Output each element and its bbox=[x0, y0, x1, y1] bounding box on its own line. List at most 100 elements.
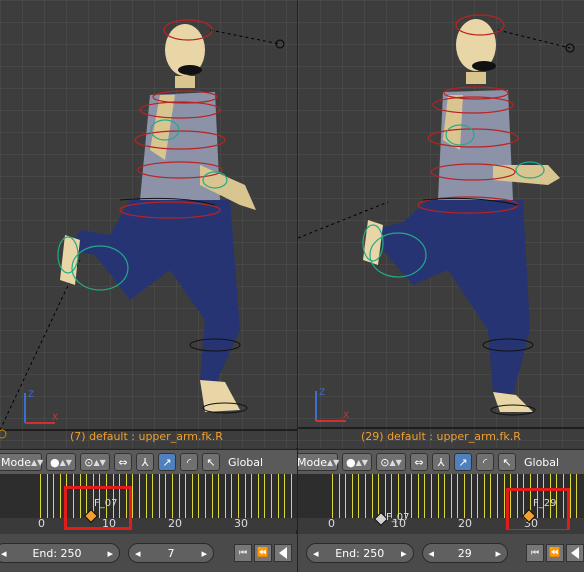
current-frame-field[interactable]: ◂ 7 ▸ bbox=[128, 543, 214, 563]
frame-marker-line bbox=[477, 474, 479, 520]
frame-marker-line bbox=[211, 474, 213, 520]
tick-label: 30 bbox=[234, 517, 248, 530]
frame-marker-line bbox=[483, 474, 485, 520]
timeline-right[interactable]: 0 10 20 30 F_07 F_29 bbox=[298, 474, 584, 530]
frame-marker-line bbox=[332, 474, 333, 520]
frame-marker-line bbox=[444, 474, 446, 520]
mode-select[interactable]: Mode ▲▼ bbox=[298, 453, 339, 471]
axis-widget-icon: ⅄ bbox=[437, 455, 445, 469]
updown-arrows-icon: ▲▼ bbox=[355, 457, 368, 467]
chevron-left-icon: ◂ bbox=[135, 546, 141, 560]
orientation-label: Global bbox=[228, 455, 264, 469]
playback-bar-right: ◂ End: 250 ▸ ◂ 29 ▸ ⏮ ⏪ bbox=[298, 534, 584, 572]
end-frame-value: End: 250 bbox=[32, 546, 82, 560]
chevron-left-icon: ◂ bbox=[313, 546, 319, 560]
frame-marker-line bbox=[431, 474, 432, 520]
orientation-select[interactable]: Global bbox=[520, 453, 580, 471]
frame-marker-line bbox=[290, 474, 292, 520]
end-frame-field[interactable]: ◂ End: 250 ▸ bbox=[0, 543, 120, 563]
rotate-button[interactable]: ◜ bbox=[476, 453, 494, 471]
manipulator-icon: ⇔ bbox=[414, 455, 424, 469]
mode-select[interactable]: Mode ▲▼ bbox=[0, 453, 44, 471]
axis-z-label: Z bbox=[28, 390, 34, 400]
prev-keyframe-icon: ⏪ bbox=[257, 548, 269, 558]
frame-marker-line bbox=[351, 474, 353, 520]
rotate-button[interactable]: ◜ bbox=[180, 453, 198, 471]
frame-marker-line bbox=[178, 474, 180, 520]
play-reverse-icon bbox=[571, 547, 579, 559]
frame-marker-line bbox=[145, 474, 147, 520]
frame-marker-line bbox=[497, 474, 498, 520]
frame-marker-line bbox=[231, 474, 233, 520]
viewport-right[interactable]: Z X (29) default : upper_arm.fk.R bbox=[298, 0, 584, 448]
jump-start-button[interactable]: ⏮ bbox=[526, 544, 544, 562]
transform-widget-button[interactable]: ⅄ bbox=[432, 453, 450, 471]
shading-select[interactable]: ● ▲▼ bbox=[342, 453, 372, 471]
current-frame-value: 7 bbox=[167, 546, 175, 560]
pivot-select[interactable]: ⊙ ▲▼ bbox=[80, 453, 110, 471]
tick-label: 20 bbox=[458, 517, 472, 530]
manipulator-toggle[interactable]: ⇔ bbox=[114, 453, 132, 471]
timeline-scale: 0 10 20 30 bbox=[0, 517, 297, 530]
chevron-right-icon: ▸ bbox=[400, 546, 407, 560]
frame-marker-line bbox=[365, 474, 366, 520]
play-reverse-button[interactable] bbox=[566, 544, 584, 562]
play-reverse-icon bbox=[279, 547, 287, 559]
frame-marker-line bbox=[338, 474, 340, 520]
frame-marker-line bbox=[345, 474, 347, 520]
updown-arrows-icon: ▲▼ bbox=[30, 457, 44, 467]
arrow-icon: ↗ bbox=[458, 455, 468, 469]
transform-widget-button[interactable]: ⅄ bbox=[136, 453, 154, 471]
frame-marker-line bbox=[53, 474, 55, 520]
frame-marker-line bbox=[251, 474, 253, 520]
frame-marker-line bbox=[40, 474, 41, 520]
frame-marker-line bbox=[264, 474, 266, 520]
frame-marker-line bbox=[238, 474, 239, 520]
updown-arrows-icon: ▲▼ bbox=[59, 457, 72, 467]
chevron-left-icon: ◂ bbox=[428, 546, 435, 560]
prev-keyframe-button[interactable]: ⏪ bbox=[254, 544, 272, 562]
viewport-status-text: (7) default : upper_arm.fk.R bbox=[70, 430, 223, 443]
frame-marker-line bbox=[198, 474, 200, 520]
chevron-right-icon: ▸ bbox=[201, 546, 207, 560]
frame-marker-line bbox=[358, 474, 360, 520]
frame-marker-line bbox=[172, 474, 173, 520]
frame-marker-line bbox=[470, 474, 472, 520]
tick-label: 20 bbox=[168, 517, 182, 530]
play-reverse-button[interactable] bbox=[274, 544, 292, 562]
pivot-select[interactable]: ⊙ ▲▼ bbox=[376, 453, 406, 471]
frame-marker-line bbox=[224, 474, 226, 520]
frame-marker-line bbox=[205, 474, 206, 520]
viewport-status-text: (29) default : upper_arm.fk.R bbox=[361, 430, 521, 443]
translate-button[interactable]: ↗ bbox=[158, 453, 176, 471]
timeline-left[interactable]: 0 10 20 30 F_07 bbox=[0, 474, 297, 530]
mode-label: Mode bbox=[298, 455, 327, 469]
keyframe-label: F_07 bbox=[386, 512, 410, 523]
scale-icon: ↖ bbox=[206, 455, 216, 469]
viewport-header-left: Mode ▲▼ ● ▲▼ ⊙ ▲▼ ⇔ ⅄ ↗ ◜ ↖ Global bbox=[0, 449, 297, 475]
current-frame-field[interactable]: ◂ 29 ▸ bbox=[421, 543, 508, 563]
character-pose-left: Z X bbox=[0, 19, 297, 439]
manipulator-icon: ⇔ bbox=[118, 455, 128, 469]
scale-button[interactable]: ↖ bbox=[202, 453, 220, 471]
viewport-left[interactable]: Z X (7) default : upper_arm.fk.R bbox=[0, 0, 297, 448]
jump-start-icon: ⏮ bbox=[530, 548, 540, 558]
manipulator-toggle[interactable]: ⇔ bbox=[410, 453, 428, 471]
scale-button[interactable]: ↖ bbox=[498, 453, 516, 471]
frame-marker-line bbox=[576, 474, 578, 520]
frame-marker-line bbox=[165, 474, 167, 520]
chevron-left-icon: ◂ bbox=[1, 546, 7, 560]
rotate-icon: ◜ bbox=[482, 455, 488, 469]
frame-marker-line bbox=[277, 474, 279, 520]
orientation-label: Global bbox=[524, 455, 560, 469]
orientation-select[interactable]: Global bbox=[224, 453, 284, 471]
frame-marker-line bbox=[437, 474, 439, 520]
tick-label: 0 bbox=[328, 517, 335, 530]
jump-start-button[interactable]: ⏮ bbox=[234, 544, 252, 562]
end-frame-field[interactable]: ◂ End: 250 ▸ bbox=[306, 543, 414, 563]
shading-select[interactable]: ● ▲▼ bbox=[46, 453, 76, 471]
prev-keyframe-button[interactable]: ⏪ bbox=[546, 544, 564, 562]
translate-button[interactable]: ↗ bbox=[454, 453, 472, 471]
tick-label: 0 bbox=[38, 517, 45, 530]
frame-marker-line bbox=[490, 474, 492, 520]
